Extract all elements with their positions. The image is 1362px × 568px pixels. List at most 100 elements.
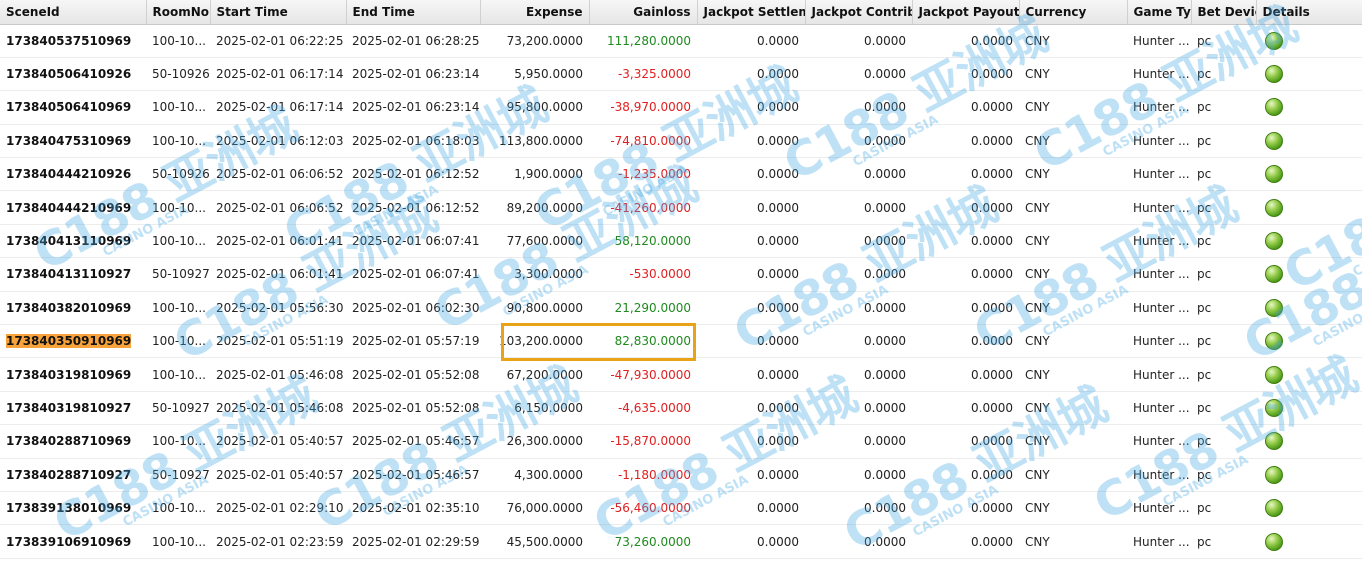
table-row[interactable]: 173840350910969 100-10... 2025-02-01 05:51… bbox=[0, 324, 1362, 359]
scene-id-cell: 173840413110969 bbox=[0, 224, 146, 259]
game-type-cell: Hunter ... bbox=[1127, 524, 1191, 559]
jackpot-contribution-cell: 0.0000 bbox=[805, 424, 912, 459]
column-header-roomno[interactable]: RoomNo... bbox=[146, 0, 211, 25]
table-row[interactable]: 173840444210926 50-10926 2025-02-01 06:06:… bbox=[0, 157, 1362, 192]
table-row[interactable]: 173839106910969 100-10... 2025-02-01 02:23… bbox=[0, 524, 1362, 559]
start-time-cell: 2025-02-01 06:06:52 bbox=[210, 157, 346, 192]
table-row[interactable]: 173840288710969 100-10... 2025-02-01 05:40… bbox=[0, 424, 1362, 459]
jackpot-settlement-cell: 0.0000 bbox=[697, 391, 805, 426]
jackpot-contribution-cell: 0.0000 bbox=[805, 57, 912, 92]
bet-device-cell: pc bbox=[1191, 391, 1256, 426]
currency-cell: CNY bbox=[1019, 190, 1127, 225]
jackpot-contribution-cell: 0.0000 bbox=[805, 458, 912, 492]
details-icon[interactable] bbox=[1265, 398, 1283, 417]
expense-cell: 45,500.0000 bbox=[480, 524, 589, 559]
table-row[interactable]: 173840475310969 100-10... 2025-02-01 06:12… bbox=[0, 124, 1362, 159]
column-header-details[interactable]: Details bbox=[1256, 0, 1362, 25]
details-icon[interactable] bbox=[1265, 65, 1283, 84]
column-header-gainloss[interactable]: Gainloss bbox=[589, 0, 698, 25]
scene-id-cell: 173840537510969 bbox=[0, 24, 146, 58]
bet-device-cell: pc bbox=[1191, 157, 1256, 192]
game-type-cell: Hunter ... bbox=[1127, 224, 1191, 259]
column-header-start-time[interactable]: Start Time bbox=[210, 0, 347, 25]
details-icon[interactable] bbox=[1265, 365, 1283, 384]
details-icon[interactable] bbox=[1265, 98, 1283, 117]
expense-cell: 67,200.0000 bbox=[480, 357, 589, 392]
column-header-currency[interactable]: Currency bbox=[1019, 0, 1128, 25]
jackpot-settlement-cell: 0.0000 bbox=[697, 324, 805, 359]
gainloss-cell: -41,260.0000 bbox=[589, 190, 697, 225]
details-cell bbox=[1256, 124, 1362, 159]
bet-device-cell: pc bbox=[1191, 257, 1256, 292]
scene-table: SceneIdRoomNo...Start TimeEnd TimeExpens… bbox=[0, 0, 1362, 559]
details-cell bbox=[1256, 157, 1362, 192]
gainloss-cell: 73,260.0000 bbox=[589, 524, 697, 559]
details-icon[interactable] bbox=[1265, 532, 1283, 551]
details-icon[interactable] bbox=[1265, 298, 1283, 317]
jackpot-contribution-cell: 0.0000 bbox=[805, 190, 912, 225]
column-header-jackpot-contribu[interactable]: Jackpot Contribu bbox=[805, 0, 913, 25]
table-row[interactable]: 173840506410969 100-10... 2025-02-01 06:17… bbox=[0, 90, 1362, 125]
scene-id-cell: 173840444210926 bbox=[0, 157, 146, 192]
table-row[interactable]: 173840413110927 50-10927 2025-02-01 06:01:… bbox=[0, 257, 1362, 292]
details-icon[interactable] bbox=[1265, 165, 1283, 184]
currency-cell: CNY bbox=[1019, 491, 1127, 526]
jackpot-contribution-cell: 0.0000 bbox=[805, 257, 912, 292]
gainloss-cell: -1,180.0000 bbox=[589, 458, 697, 492]
column-header-sceneid[interactable]: SceneId bbox=[0, 0, 147, 25]
details-icon[interactable] bbox=[1265, 332, 1283, 351]
end-time-cell: 2025-02-01 02:35:10 bbox=[346, 491, 480, 526]
room-no-cell: 100-10... bbox=[146, 90, 210, 125]
jackpot-settlement-cell: 0.0000 bbox=[697, 424, 805, 459]
jackpot-settlement-cell: 0.0000 bbox=[697, 291, 805, 326]
game-type-cell: Hunter ... bbox=[1127, 257, 1191, 292]
table-header-row: SceneIdRoomNo...Start TimeEnd TimeExpens… bbox=[0, 0, 1362, 25]
jackpot-contribution-cell: 0.0000 bbox=[805, 324, 912, 359]
details-cell bbox=[1256, 491, 1362, 526]
expense-cell: 103,200.0000 bbox=[480, 324, 589, 359]
details-icon[interactable] bbox=[1265, 265, 1283, 284]
jackpot-payout-cell: 0.0000 bbox=[912, 90, 1019, 125]
scene-id-text: 173840444210969 bbox=[6, 200, 132, 215]
details-cell bbox=[1256, 24, 1362, 58]
details-icon[interactable] bbox=[1265, 31, 1283, 50]
scene-id-cell: 173840475310969 bbox=[0, 124, 146, 159]
column-header-end-time[interactable]: End Time bbox=[346, 0, 481, 25]
currency-cell: CNY bbox=[1019, 257, 1127, 292]
room-no-cell: 100-10... bbox=[146, 291, 210, 326]
jackpot-settlement-cell: 0.0000 bbox=[697, 157, 805, 192]
details-icon[interactable] bbox=[1265, 232, 1283, 251]
room-no-cell: 50-10927 bbox=[146, 458, 210, 492]
column-header-jackpot-payout[interactable]: Jackpot Payout bbox=[912, 0, 1020, 25]
table-row[interactable]: 173840413110969 100-10... 2025-02-01 06:01… bbox=[0, 224, 1362, 259]
bet-device-cell: pc bbox=[1191, 124, 1256, 159]
table-row[interactable]: 173840288710927 50-10927 2025-02-01 05:40:… bbox=[0, 458, 1362, 492]
gainloss-cell: -1,235.0000 bbox=[589, 157, 697, 192]
column-header-jackpot-settleme[interactable]: Jackpot Settleme bbox=[697, 0, 806, 25]
table-row[interactable]: 173840382010969 100-10... 2025-02-01 05:56… bbox=[0, 291, 1362, 326]
column-header-game-typ[interactable]: Game Typ bbox=[1127, 0, 1192, 25]
details-icon[interactable] bbox=[1265, 499, 1283, 518]
jackpot-contribution-cell: 0.0000 bbox=[805, 291, 912, 326]
jackpot-settlement-cell: 0.0000 bbox=[697, 124, 805, 159]
currency-cell: CNY bbox=[1019, 157, 1127, 192]
table-row[interactable]: 173839138010969 100-10... 2025-02-01 02:29… bbox=[0, 491, 1362, 526]
table-row[interactable]: 173840506410926 50-10926 2025-02-01 06:17:… bbox=[0, 57, 1362, 92]
table-row[interactable]: 173840537510969 100-10... 2025-02-01 06:22… bbox=[0, 24, 1362, 58]
column-header-expense[interactable]: Expense bbox=[480, 0, 590, 25]
details-icon[interactable] bbox=[1265, 198, 1283, 217]
details-icon[interactable] bbox=[1265, 131, 1283, 150]
details-icon[interactable] bbox=[1265, 432, 1283, 451]
jackpot-settlement-cell: 0.0000 bbox=[697, 224, 805, 259]
details-icon[interactable] bbox=[1265, 465, 1283, 484]
details-cell bbox=[1256, 424, 1362, 459]
table-row[interactable]: 173840444210969 100-10... 2025-02-01 06:06… bbox=[0, 190, 1362, 225]
table-row[interactable]: 173840319810927 50-10927 2025-02-01 05:46:… bbox=[0, 391, 1362, 426]
table-row[interactable]: 173840319810969 100-10... 2025-02-01 05:46… bbox=[0, 357, 1362, 392]
details-cell bbox=[1256, 90, 1362, 125]
end-time-cell: 2025-02-01 05:52:08 bbox=[346, 391, 480, 426]
jackpot-contribution-cell: 0.0000 bbox=[805, 357, 912, 392]
column-header-bet-devic[interactable]: Bet Devic bbox=[1191, 0, 1257, 25]
room-no-cell: 100-10... bbox=[146, 324, 210, 359]
room-no-cell: 50-10926 bbox=[146, 157, 210, 192]
